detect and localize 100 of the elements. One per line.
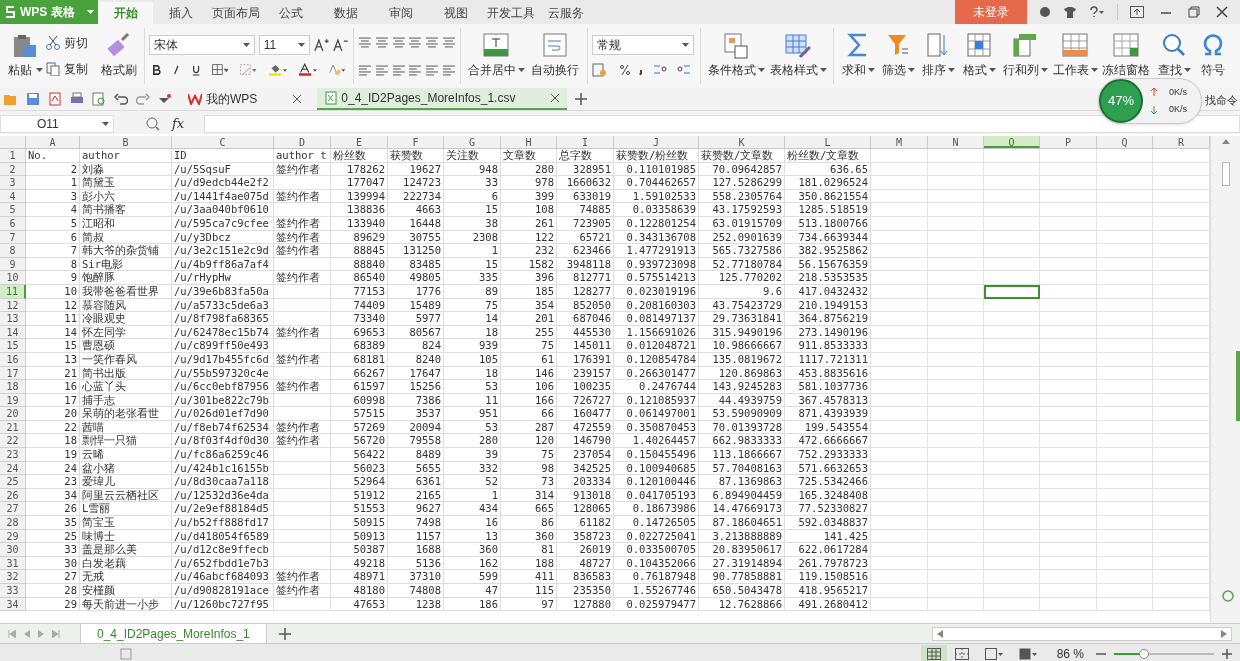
wrap-text-button[interactable]: 自动换行: [527, 29, 583, 83]
font-select[interactable]: 宋体: [149, 35, 255, 55]
column-header[interactable]: C: [172, 136, 274, 148]
table-cell: 12.7628866: [699, 597, 785, 612]
close-icon: [551, 94, 560, 102]
table-cell: 354: [501, 298, 557, 313]
row-column-icon: [1013, 33, 1037, 57]
horizontal-scrollbar[interactable]: [932, 626, 1232, 641]
ribbon-tool-button[interactable]: 行和列: [1000, 29, 1050, 83]
column-header[interactable]: O: [984, 136, 1040, 148]
column-header[interactable]: G: [444, 136, 501, 148]
table-cell: 623466: [557, 244, 614, 258]
menu-tab[interactable]: 插入: [153, 2, 208, 24]
column-header[interactable]: K: [699, 136, 785, 148]
copy-button[interactable]: 复制: [46, 60, 98, 78]
font-size-select[interactable]: 11: [258, 35, 310, 55]
empty-cell: [984, 407, 1040, 421]
column-header[interactable]: B: [80, 136, 172, 148]
ribbon-tool-button[interactable]: 格式: [958, 29, 1000, 83]
row-header[interactable]: 25: [0, 475, 26, 489]
ribbon-tool-button[interactable]: 排序: [918, 29, 958, 83]
row-header[interactable]: 30: [0, 543, 26, 557]
scroll-thumb[interactable]: [1221, 162, 1230, 186]
zoom-slider-thumb[interactable]: [1139, 649, 1149, 659]
column-header[interactable]: I: [557, 136, 614, 148]
ribbon-tool-button[interactable]: 筛选: [878, 29, 918, 83]
document-tab[interactable]: 我的WPS: [180, 88, 310, 110]
menu-tab[interactable]: 视图: [428, 2, 483, 24]
empty-cell: [984, 312, 1040, 326]
formula-input[interactable]: [204, 115, 1240, 133]
row-header[interactable]: 15: [0, 339, 26, 353]
cut-button[interactable]: 剪切: [46, 34, 98, 52]
row-header[interactable]: 33: [0, 584, 26, 598]
table-cell: 261: [501, 216, 557, 231]
column-header[interactable]: A: [26, 136, 80, 148]
align-icon: [442, 36, 456, 48]
function-button[interactable]: fx: [172, 114, 185, 134]
column-header[interactable]: F: [388, 136, 444, 148]
column-header[interactable]: J: [614, 136, 699, 148]
column-header[interactable]: M: [871, 136, 928, 148]
menu-tab[interactable]: 公式: [263, 2, 318, 24]
increase-decimal-icon: [652, 63, 668, 77]
sheet-tab[interactable]: 0_4_ID2Pages_MoreInfos_1: [80, 623, 267, 644]
table-cell: 70.01393728: [699, 420, 785, 435]
table-cell: 978: [501, 176, 557, 190]
menu-tab[interactable]: 开始: [98, 2, 153, 24]
table-tool-button[interactable]: 表格样式: [767, 29, 829, 83]
row-header[interactable]: 18: [0, 380, 26, 394]
menu-tab[interactable]: 数据: [318, 2, 373, 24]
table-cell: 0.343136708: [614, 230, 699, 245]
table-cell: 43.17592593: [699, 203, 785, 217]
number-format-select[interactable]: 常规: [592, 35, 694, 55]
vertical-scrollbar[interactable]: [1210, 136, 1240, 623]
table-cell: 签约作者: [274, 352, 331, 367]
row-header[interactable]: 32: [0, 570, 26, 584]
network-speed-toast[interactable]: 47% 0K/s 0K/s: [1098, 78, 1202, 124]
row-header[interactable]: 28: [0, 516, 26, 530]
table-cell: 51912: [331, 488, 388, 503]
normal-view-button[interactable]: [920, 644, 947, 661]
ribbon-tool-button[interactable]: 求和: [838, 29, 878, 83]
ribbon-tool-button[interactable]: 工作表: [1050, 29, 1100, 83]
selected-cell[interactable]: [984, 284, 1040, 299]
table-cell: 简黛玉: [80, 176, 172, 190]
empty-cell: [928, 448, 984, 462]
row-header[interactable]: 8: [0, 244, 26, 258]
table-cell: 53.59090909: [699, 407, 785, 421]
empty-cell: [1097, 434, 1153, 449]
table-tool-button[interactable]: 条件格式: [705, 29, 767, 83]
empty-cell: [1097, 176, 1153, 190]
row-header[interactable]: 3: [0, 176, 26, 190]
column-header[interactable]: E: [331, 136, 388, 148]
menu-tab[interactable]: 审阅: [373, 2, 428, 24]
zoom-slider[interactable]: [1114, 648, 1214, 660]
menu-tab[interactable]: 云服务: [538, 2, 593, 24]
row-header[interactable]: 5: [0, 203, 26, 217]
table-style-icon: [785, 33, 811, 59]
format-painter-button[interactable]: 格式刷: [98, 29, 140, 83]
document-tab[interactable]: 0_4_ID2Pages_MoreInfos_1.csv: [317, 88, 568, 110]
menu-tab[interactable]: 开发工具: [483, 2, 538, 24]
row-header[interactable]: 23: [0, 448, 26, 462]
column-header[interactable]: D: [274, 136, 331, 148]
row-header[interactable]: 13: [0, 312, 26, 326]
name-box[interactable]: O11: [0, 115, 114, 133]
table-cell: 127.5286299: [699, 176, 785, 190]
column-header[interactable]: Q: [1097, 136, 1153, 148]
table-cell: 127880: [557, 597, 614, 612]
column-header[interactable]: L: [785, 136, 871, 148]
merge-center-button[interactable]: 合并居中: [465, 29, 527, 83]
row-header[interactable]: 10: [0, 271, 26, 285]
table-cell: 138836: [331, 203, 388, 217]
table-cell: 0.03358639: [614, 203, 699, 217]
row-header[interactable]: 22: [0, 434, 26, 449]
table-cell: 盆小猪: [80, 461, 172, 476]
row-header[interactable]: 1: [0, 149, 26, 163]
row-header[interactable]: 27: [0, 502, 26, 517]
column-header[interactable]: P: [1040, 136, 1097, 148]
menu-tab[interactable]: 页面布局: [208, 2, 263, 24]
paste-button[interactable]: 粘贴: [4, 29, 46, 83]
row-header[interactable]: 20: [0, 407, 26, 421]
column-header[interactable]: H: [501, 136, 557, 148]
